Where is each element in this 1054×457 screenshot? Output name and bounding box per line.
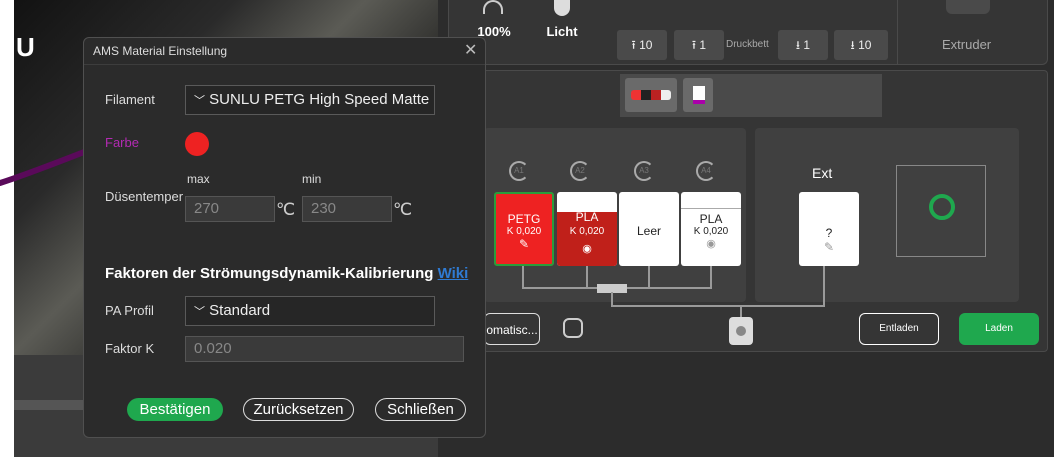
pa-profile-label: PA Profil	[105, 303, 154, 318]
factor-k-label: Faktor K	[105, 341, 155, 356]
filament-select[interactable]: ﹀ SUNLU PETG High Speed Matte	[185, 85, 435, 115]
speed-icon[interactable]	[483, 0, 503, 14]
filament-label: Filament	[105, 92, 155, 107]
dialog-title-divider	[84, 64, 485, 65]
light-label: Licht	[546, 24, 578, 39]
auto-refill-button[interactable]: omatisc...	[484, 313, 540, 345]
color-swatch[interactable]	[185, 132, 209, 156]
slot-pipe-a4	[710, 266, 712, 288]
nozzle-temp-label: Düsentemper	[105, 189, 184, 204]
bed-down-10-button[interactable]: ⭳ 10	[834, 30, 888, 60]
ext-spool-value: ?	[825, 226, 833, 240]
bed-label: Druckbett	[726, 39, 769, 50]
printer-spool-icon	[929, 194, 955, 220]
slot-a4-type: PLA	[699, 212, 723, 226]
filament-value: SUNLU PETG High Speed Matte	[209, 91, 430, 108]
bed-down-1-button[interactable]: ⭳ 1	[778, 30, 828, 60]
ams-tab-main[interactable]	[625, 78, 677, 112]
confirm-button[interactable]: Bestätigen	[127, 398, 223, 421]
slot-a4[interactable]: PLA K 0,020 ◉	[681, 192, 741, 266]
max-temp-input[interactable]: 270	[185, 196, 275, 222]
pencil-icon: ✎	[823, 240, 835, 254]
slot-a2[interactable]: PLA K 0,020 ◉	[557, 192, 617, 266]
section-title-text: Faktoren der Strömungsdynamik-Kalibrieru…	[105, 265, 434, 282]
slot-a3-refresh-icon[interactable]: A3	[634, 161, 654, 181]
slot-a1-type: PETG	[507, 212, 541, 226]
slot-a4-refresh-icon[interactable]: A4	[696, 161, 716, 181]
section-title: Faktoren der Strömungsdynamik-Kalibrieru…	[105, 265, 468, 282]
pencil-icon: ✎	[518, 237, 530, 251]
slot-a1[interactable]: PETG K 0,020 ✎	[494, 192, 554, 266]
dialog-title: AMS Material Einstellung	[93, 44, 228, 58]
slot-a1-k: K 0,020	[506, 226, 542, 237]
close-icon[interactable]: ✕	[464, 40, 477, 60]
eye-icon: ◉	[706, 238, 716, 250]
ams-settings-icon[interactable]	[563, 318, 583, 338]
wiki-link[interactable]: Wiki	[438, 265, 469, 282]
slot-a3-type: Leer	[636, 224, 662, 238]
light-icon[interactable]	[554, 0, 570, 16]
max-label: max	[187, 172, 210, 186]
extruder-label: Extruder	[942, 37, 992, 52]
max-temp-unit: ℃	[276, 200, 296, 219]
min-temp-input[interactable]: 230	[302, 196, 392, 222]
ext-title: Ext	[812, 165, 833, 181]
factor-k-input[interactable]: 0.020	[185, 336, 464, 362]
eye-icon: ◉	[582, 243, 592, 255]
chevron-down-icon: ﹀	[194, 306, 205, 318]
pa-profile-select[interactable]: ﹀ Standard	[185, 296, 435, 326]
reset-button[interactable]: Zurücksetzen	[243, 398, 354, 421]
slot-a2-refresh-icon[interactable]: A2	[570, 161, 590, 181]
camera-logo-fragment: U	[16, 32, 35, 62]
ams-tab-spool-icon	[693, 86, 705, 104]
toolhead-nozzle	[736, 326, 746, 336]
toolhead-icon	[729, 317, 753, 345]
min-temp-unit: ℃	[393, 200, 413, 219]
ext-spool-slot[interactable]: ? ✎	[799, 192, 859, 266]
slot-a4-divider	[681, 208, 741, 209]
slot-a2-k: K 0,020	[569, 226, 605, 237]
ams-tab-external[interactable]	[683, 78, 713, 112]
bed-up-1-button[interactable]: ⭱ 1	[674, 30, 724, 60]
top-divider	[897, 0, 898, 64]
chevron-down-icon: ﹀	[194, 95, 205, 107]
pa-profile-value: Standard	[209, 302, 271, 319]
ext-pipe	[823, 266, 825, 306]
slot-a4-k: K 0,020	[693, 226, 729, 237]
bed-up-10-button[interactable]: ⭱ 10	[617, 30, 667, 60]
slot-a2-type: PLA	[575, 210, 599, 224]
hub-pipe-down	[611, 292, 613, 306]
slot-pipe-a3	[648, 266, 650, 288]
slot-pipe-a2	[586, 266, 588, 288]
main-pipe	[611, 305, 825, 307]
min-label: min	[302, 172, 322, 186]
ams-tab-spools-icon	[631, 90, 671, 100]
printer-illustration	[896, 165, 986, 257]
extruder-up-button[interactable]	[946, 0, 990, 14]
load-button[interactable]: Laden	[959, 313, 1039, 345]
slot-a1-refresh-icon[interactable]: A1	[509, 161, 529, 181]
color-label: Farbe	[105, 135, 139, 150]
close-button[interactable]: Schließen	[375, 398, 466, 421]
unload-button[interactable]: Entladen	[859, 313, 939, 345]
slot-pipe-a1	[522, 266, 524, 288]
slot-a3[interactable]: Leer	[619, 192, 679, 266]
